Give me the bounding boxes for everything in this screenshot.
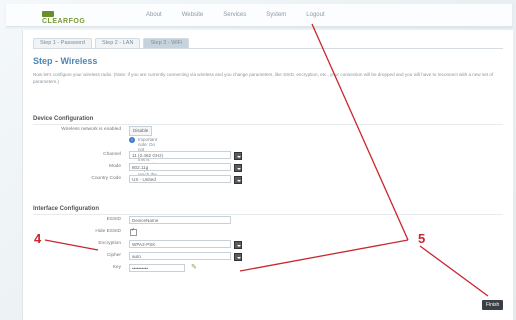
mode-select[interactable]: 802.11g xyxy=(129,163,242,172)
country-label: Country Code xyxy=(91,176,121,181)
key-input[interactable]: •••••••••• xyxy=(129,264,185,272)
chevron-down-icon[interactable] xyxy=(234,253,242,261)
chevron-down-icon[interactable] xyxy=(234,152,242,160)
encryption-label: Encryption xyxy=(98,241,121,246)
essid-input[interactable]: DeviceName xyxy=(129,216,231,224)
nav-item-logout[interactable]: Logout xyxy=(296,12,334,18)
tab-lan[interactable]: Step 2 - LAN xyxy=(94,38,141,48)
reveal-key-icon[interactable]: ✎ xyxy=(191,263,197,271)
cipher-select[interactable]: auto xyxy=(129,252,242,261)
tab-password[interactable]: Step 1 - Password xyxy=(33,38,92,48)
country-select[interactable]: US - United xyxy=(129,175,242,184)
callout-number-4: 4 xyxy=(34,231,42,246)
nav-item-about[interactable]: About xyxy=(136,12,172,18)
callout-number-5: 5 xyxy=(418,231,426,246)
interface-config-heading: Interface Configuration xyxy=(33,206,100,212)
key-label: Key xyxy=(112,265,121,270)
chevron-down-icon[interactable] xyxy=(234,241,242,249)
country-value: US - United xyxy=(132,177,156,182)
top-bar: CLEARFOG About Website Services System L… xyxy=(6,4,512,27)
mode-value: 802.11g xyxy=(132,165,149,170)
nav-item-website[interactable]: Website xyxy=(172,12,214,18)
page-title: Step - Wireless xyxy=(33,56,98,66)
mode-label: Mode xyxy=(109,164,121,169)
tab-divider xyxy=(33,48,503,49)
chevron-down-icon[interactable] xyxy=(234,164,242,172)
channel-value: 11 (2.462 GHz) xyxy=(132,153,164,158)
wizard-tabs: Step 1 - Password Step 2 - LAN Step 3 - … xyxy=(33,38,190,48)
wizard-panel: Step 1 - Password Step 2 - LAN Step 3 - … xyxy=(22,30,513,320)
section-divider xyxy=(33,124,503,125)
nav-item-system[interactable]: System xyxy=(256,12,296,18)
encryption-select[interactable]: WPA2-PSK xyxy=(129,240,242,249)
nav-item-services[interactable]: Services xyxy=(213,12,256,18)
channel-select[interactable]: 11 (2.462 GHz) xyxy=(129,151,242,160)
logo[interactable]: CLEARFOG xyxy=(42,11,100,25)
disable-button[interactable]: Disable xyxy=(129,126,153,136)
section-divider xyxy=(33,214,503,215)
hide-essid-label: Hide ESSID xyxy=(95,229,121,234)
chevron-down-icon[interactable] xyxy=(234,176,242,184)
cipher-label: Cipher xyxy=(106,253,121,258)
tab-wifi[interactable]: Step 3 - WiFi xyxy=(143,38,190,48)
hide-essid-checkbox[interactable] xyxy=(130,227,137,236)
finish-button[interactable]: Finish xyxy=(482,300,504,310)
cipher-value: auto xyxy=(132,254,141,259)
encryption-value: WPA2-PSK xyxy=(132,242,156,247)
intro-text: Now let's configure your wireless radio.… xyxy=(33,72,494,84)
device-config-heading: Device Configuration xyxy=(33,116,94,122)
enabled-label: Wireless network is enabled xyxy=(61,127,121,132)
channel-label: Channel xyxy=(103,152,121,157)
logo-icon xyxy=(42,11,54,18)
main-nav: About Website Services System Logout xyxy=(136,12,335,18)
info-icon: i xyxy=(129,137,135,143)
essid-label: ESSID xyxy=(106,217,121,222)
